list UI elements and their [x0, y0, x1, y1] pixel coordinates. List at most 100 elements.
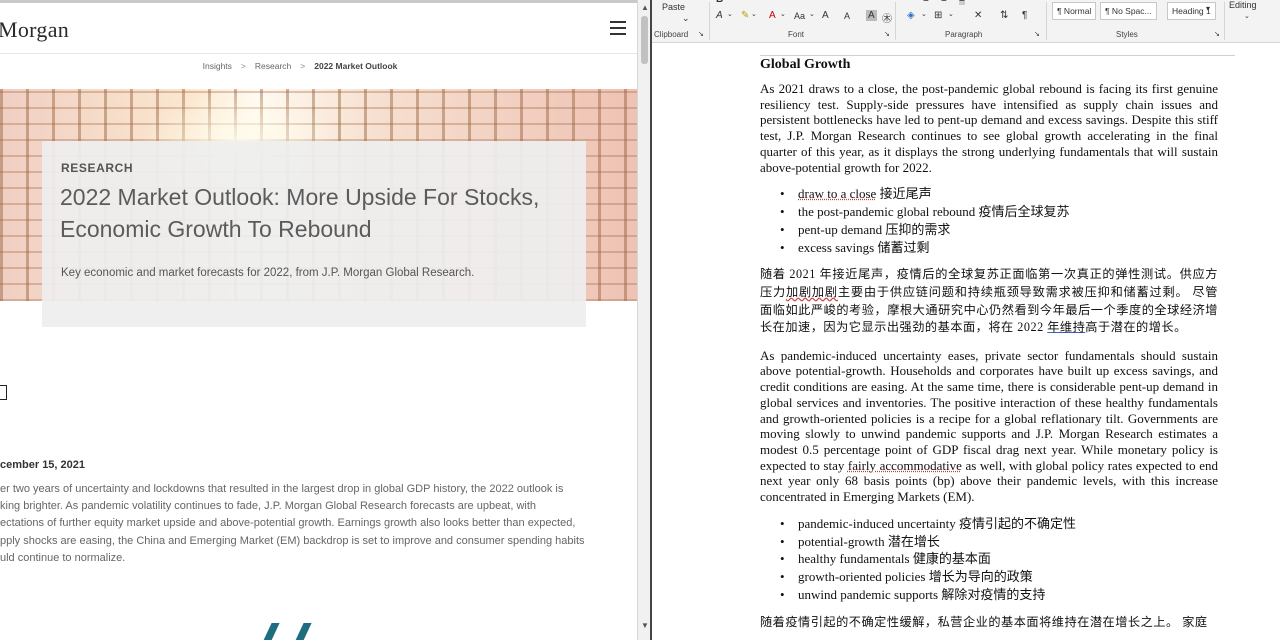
body-line: er two years of uncertainty and lockdown… [0, 483, 564, 495]
list-item: the post-pandemic global rebound 疫情后全球复苏 [760, 203, 1218, 221]
chevron-down-icon[interactable]: ⌄ [751, 10, 757, 18]
bullet-translation: 接近尾声 [879, 186, 932, 202]
doc-paragraph: As pandemic-induced uncertainty eases, p… [760, 348, 1218, 505]
paragraph-group-label: Paragraph [945, 30, 983, 39]
body-line: uld continue to normalize. [0, 551, 126, 564]
bold-icon[interactable]: B [716, 0, 723, 5]
scrollbar-thumb[interactable] [641, 16, 648, 64]
list-item: unwind pandemic supports 解除对疫情的支持 [760, 586, 1218, 604]
bullet-term: potential-growth [798, 533, 885, 549]
bullet-translation: 疫情引起的不确定性 [959, 515, 1077, 531]
change-case-icon[interactable]: Aa [794, 11, 805, 21]
article-body: er two years of uncertainty and lockdown… [0, 481, 620, 567]
body-line: pply shocks are easing, the China and Em… [0, 534, 585, 547]
style-normal[interactable]: ¶ Normal [1052, 2, 1097, 20]
page-top-margin-line [760, 55, 1235, 56]
bullet-translation: 解除对疫情的支持 [941, 587, 1046, 602]
character-shading-icon[interactable]: A [866, 10, 877, 21]
hamburger-menu-icon[interactable] [610, 21, 626, 35]
bullet-term: healthy fundamentals [798, 551, 910, 567]
list-item: healthy fundamentals 健康的基本面 [760, 550, 1218, 568]
bullet-term: excess savings [798, 239, 875, 255]
chevron-down-icon[interactable]: ⌄ [727, 10, 733, 18]
font-color-icon[interactable]: A [769, 10, 776, 21]
font-launcher-icon[interactable]: ↘ [884, 30, 890, 38]
list-item: growth-oriented policies 增长为导向的政策 [760, 568, 1218, 586]
body-line: ectations of further equity market upsid… [0, 517, 576, 530]
article-title: 2022 Market Outlook: More Upside For Sto… [60, 184, 540, 242]
asian-layout-icon[interactable]: ✕ [974, 10, 982, 21]
styles-group-label: Styles [1116, 30, 1138, 39]
bullet-term: unwind pandemic supports [798, 587, 939, 602]
bullet-translation: 潜在增长 [887, 533, 940, 549]
hero-card: RESEARCH 2022 Market Outlook: More Upsid… [42, 141, 586, 327]
list-item: draw to a close 接近尾声 [760, 185, 1218, 203]
header-divider [0, 53, 638, 54]
group-separator [709, 2, 710, 40]
browser-scrollbar[interactable]: ▲ ▼ [637, 0, 651, 640]
borders-icon[interactable]: ⊞ [934, 10, 942, 21]
breadcrumb-research[interactable]: Research [255, 61, 291, 71]
document-body[interactable]: Global Growth As 2021 draws to a close, … [760, 57, 1218, 640]
enclose-characters-icon[interactable]: ㊍ [882, 10, 892, 25]
chevron-down-icon[interactable]: ⌄ [948, 10, 954, 18]
chevron-down-icon[interactable]: ⌄ [780, 10, 786, 18]
bullet-term: pandemic-induced uncertainty [798, 515, 956, 531]
font-effects-icon[interactable]: A [716, 10, 723, 21]
clipboard-group-label: Clipboard [654, 30, 689, 39]
grow-font-icon[interactable]: A [822, 10, 829, 21]
group-separator [895, 2, 896, 40]
font-group-label: Font [788, 30, 805, 39]
ribbon: Paste ⌄ Clipboard ↘ B A ⌄ ✎ ⌄ A ⌄ Aa ⌄ A… [652, 0, 1280, 43]
scroll-down-arrow-icon[interactable]: ▼ [641, 621, 649, 630]
bullet-term: the post-pandemic global rebound [798, 204, 976, 220]
bullet-translation: 疫情后全球复苏 [978, 204, 1070, 220]
chevron-down-icon[interactable]: ⌄ [921, 10, 927, 18]
doc-chinese-paragraph: 随着疫情引起的不确定性缓解，私营企业的基本面将维持在潜在增长之上。 家庭 [760, 614, 1208, 629]
shrink-font-icon[interactable]: A [844, 11, 850, 21]
doc-paragraph: As 2021 draws to a close, the post-pande… [760, 81, 1218, 175]
list-item: potential-growth 潜在增长 [760, 533, 1218, 551]
body-line: king brighter. As pandemic volatility co… [0, 500, 537, 513]
style-no-spacing[interactable]: ¶ No Spac... [1100, 2, 1157, 20]
chevron-down-icon[interactable]: ⌄ [1244, 12, 1250, 20]
show-paragraph-marks-icon[interactable]: ¶ [1022, 10, 1027, 21]
doc-bullet-list: pandemic-induced uncertainty 疫情引起的不确定性 p… [760, 515, 1218, 604]
editing-button[interactable]: Editing [1229, 0, 1257, 10]
shading-icon[interactable]: ◈ [907, 10, 915, 21]
site-logo[interactable]: Morgan [0, 17, 69, 43]
bullet-translation: 健康的基本面 [912, 551, 991, 567]
styles-launcher-icon[interactable]: ↘ [1214, 30, 1220, 38]
cn-text: 高于潜在的增长。 [1085, 320, 1187, 335]
article-subtitle: Key economic and market forecasts for 20… [61, 267, 475, 279]
browser-page: Morgan Insights > Research >2022 Market Out… [0, 0, 638, 640]
styles-scroll-icon[interactable]: ▾ [1206, 4, 1210, 13]
align-left-icon[interactable]: ≡ [923, 0, 929, 5]
bullet-translation: 储蓄过剩 [877, 239, 930, 255]
scroll-up-arrow-icon[interactable]: ▲ [641, 3, 649, 12]
align-center-icon[interactable]: ≡ [941, 0, 947, 5]
doc-bullet-list: draw to a close 接近尾声 the post-pandemic g… [760, 185, 1218, 256]
bullet-term: growth-oriented policies [798, 569, 926, 585]
decorative-slash [292, 623, 312, 640]
para-flagged-text: fairly accommodative [847, 457, 962, 473]
hero-kicker: RESEARCH [61, 161, 134, 175]
breadcrumb-insights[interactable]: Insights [203, 61, 232, 71]
list-item: pent-up demand 压抑的需求 [760, 221, 1218, 239]
paste-button[interactable]: Paste [662, 2, 685, 12]
group-separator [1046, 2, 1047, 40]
sort-icon[interactable]: ⇅ [1000, 10, 1008, 21]
list-item: pandemic-induced uncertainty 疫情引起的不确定性 [760, 515, 1218, 533]
paste-dropdown-icon[interactable]: ⌄ [682, 13, 690, 24]
text-cursor-box [0, 385, 7, 400]
chevron-down-icon[interactable]: ⌄ [809, 10, 815, 18]
bullet-translation: 压抑的需求 [885, 221, 951, 237]
paragraph-launcher-icon[interactable]: ↘ [1034, 30, 1040, 38]
list-item: excess savings 储蓄过剩 [760, 239, 1218, 257]
bullet-term: pent-up demand [798, 221, 883, 237]
justify-icon[interactable]: ≡ [959, 0, 965, 5]
clipboard-launcher-icon[interactable]: ↘ [698, 30, 704, 38]
highlight-color-icon[interactable]: ✎ [741, 10, 749, 21]
word-window: Paste ⌄ Clipboard ↘ B A ⌄ ✎ ⌄ A ⌄ Aa ⌄ A… [652, 0, 1280, 640]
cn-flagged-text: 加剧加剧 [785, 285, 838, 299]
